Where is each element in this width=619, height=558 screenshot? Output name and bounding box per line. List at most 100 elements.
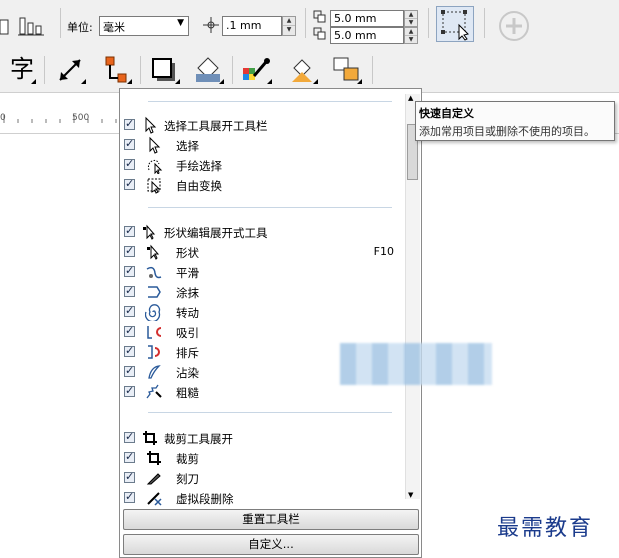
- add-icon[interactable]: [498, 10, 530, 42]
- divider: [428, 8, 429, 38]
- attract-icon: [147, 326, 162, 339]
- menu-item[interactable]: 吸引: [124, 322, 394, 342]
- divider: [372, 56, 373, 84]
- divider: [60, 8, 61, 38]
- menu-item-checkbox[interactable]: [124, 490, 135, 503]
- property-bar: 单位: 毫米 ▼ .1 mm ▲ ▼ 5.0 mm ▲ ▼ 5.0 mm ▲ ▼: [0, 0, 619, 51]
- menu-item-label: 转动: [176, 306, 199, 320]
- nudge-value: .1 mm: [226, 19, 262, 32]
- menu-item-checkbox[interactable]: [124, 284, 135, 297]
- dimension-tool[interactable]: [54, 54, 88, 86]
- menu-item[interactable]: 平滑: [124, 262, 394, 282]
- menu-item-label: 形状: [176, 246, 199, 260]
- transparency-icon: [196, 57, 220, 82]
- menu-item[interactable]: 涂抹: [124, 282, 394, 302]
- menu-item[interactable]: 形状编辑展开式工具: [124, 222, 394, 242]
- menu-item-checkbox[interactable]: [124, 364, 135, 377]
- drop-shadow-tool[interactable]: [148, 54, 182, 86]
- scroll-down-icon[interactable]: ▼: [408, 491, 413, 499]
- duplicate-x-input[interactable]: 5.0 mm: [330, 10, 404, 27]
- interactive-fill-tool[interactable]: [286, 54, 320, 86]
- knife-icon: [146, 473, 161, 485]
- menu-item[interactable]: 裁剪: [124, 448, 394, 468]
- menu-item[interactable]: 手绘选择: [124, 155, 394, 175]
- duplicate-y-input[interactable]: 5.0 mm: [330, 27, 404, 44]
- menu-item-checkbox[interactable]: [124, 224, 135, 237]
- menu-item-checkbox[interactable]: [124, 384, 135, 397]
- menu-item-checkbox[interactable]: [124, 324, 135, 337]
- menu-item-label: 排斥: [176, 346, 199, 360]
- units-select[interactable]: 毫米 ▼: [99, 16, 189, 36]
- menu-item-checkbox[interactable]: [124, 264, 135, 277]
- menu-item-checkbox[interactable]: [124, 177, 135, 190]
- menu-scrollbar[interactable]: ▲ ▼: [405, 94, 420, 499]
- divider: [44, 56, 45, 84]
- menu-item-checkbox[interactable]: [124, 137, 135, 150]
- smear-icon: [148, 286, 161, 298]
- text-tool-icon: 字: [10, 55, 34, 83]
- menu-item-label: 选择: [176, 139, 199, 153]
- repel-icon: [148, 345, 160, 359]
- menu-item-checkbox[interactable]: [124, 244, 135, 257]
- eyedropper-icon: [243, 58, 270, 80]
- units-select-value: 毫米: [103, 21, 125, 34]
- menu-item[interactable]: 粗糙: [124, 382, 394, 402]
- customize-button[interactable]: 自定义...: [123, 534, 419, 555]
- connector-icon: [105, 56, 127, 83]
- menu-item-label: 手绘选择: [176, 159, 222, 173]
- smudge-icon: [148, 365, 161, 379]
- tooltip-body: 添加常用项目或删除不使用的项目。: [419, 125, 595, 138]
- text-tool[interactable]: 字: [4, 54, 38, 86]
- menu-item[interactable]: 自由变换: [124, 175, 394, 195]
- pick-arrow-icon: [145, 116, 157, 134]
- drop-shadow-icon: [152, 58, 175, 81]
- duplicate-y-icon: [313, 27, 326, 40]
- menu-item-checkbox[interactable]: [124, 430, 135, 443]
- duplicate-x-stepper[interactable]: ▲ ▼: [404, 10, 418, 27]
- menu-item-label: 粗糙: [176, 386, 199, 400]
- menu-separator: [148, 101, 392, 102]
- menu-item[interactable]: 虚拟段删除: [124, 488, 394, 508]
- menu-item-label: 自由变换: [176, 179, 222, 193]
- virtual-delete-icon: [147, 492, 162, 506]
- shape-tool-icon: [143, 224, 156, 240]
- menu-item-checkbox[interactable]: [124, 304, 135, 317]
- nudge-stepper[interactable]: ▲ ▼: [282, 16, 296, 36]
- menu-item[interactable]: 选择: [124, 135, 394, 155]
- menu-item-checkbox[interactable]: [124, 157, 135, 170]
- divider: [140, 56, 141, 84]
- duplicate-y-stepper[interactable]: ▲ ▼: [404, 27, 418, 44]
- menu-item-label: 沾染: [176, 366, 199, 380]
- menu-separator: [148, 207, 392, 208]
- smart-fill-icon: [333, 57, 359, 81]
- menu-item[interactable]: 裁剪工具展开: [124, 428, 394, 448]
- ruler-ticks: [3, 115, 117, 123]
- connector-tool[interactable]: [100, 54, 134, 86]
- reset-toolbar-button[interactable]: 重置工具栏: [123, 509, 419, 530]
- menu-item[interactable]: 形状 F10: [124, 242, 394, 262]
- transparency-tool[interactable]: [192, 54, 226, 86]
- menu-item-checkbox[interactable]: [124, 450, 135, 463]
- eyedropper-tool[interactable]: [240, 54, 274, 86]
- duplicate-y-value: 5.0 mm: [334, 29, 377, 42]
- menu-item[interactable]: 选择工具展开工具栏: [124, 115, 394, 135]
- menu-item-label: 涂抹: [176, 286, 199, 300]
- free-transform-icon: [147, 178, 161, 194]
- smart-fill-tool[interactable]: [330, 54, 364, 86]
- menu-item-checkbox[interactable]: [124, 344, 135, 357]
- align-icon[interactable]: [0, 14, 50, 40]
- menu-item-label: 刻刀: [176, 472, 199, 486]
- treat-as-filled-button[interactable]: [436, 6, 474, 42]
- menu-item-checkbox[interactable]: [124, 117, 135, 130]
- nudge-input[interactable]: .1 mm: [222, 16, 282, 36]
- menu-item-label: 形状编辑展开式工具: [164, 226, 268, 240]
- menu-item-label: 裁剪: [176, 452, 199, 466]
- menu-item-label: 选择工具展开工具栏: [164, 119, 268, 133]
- menu-item-checkbox[interactable]: [124, 470, 135, 483]
- crop-icon: [147, 451, 161, 465]
- scroll-up-icon[interactable]: ▲: [408, 94, 413, 102]
- menu-item[interactable]: 刻刀: [124, 468, 394, 488]
- dimension-icon: [59, 59, 81, 81]
- fill-bucket-icon: [292, 59, 312, 82]
- menu-item[interactable]: 转动: [124, 302, 394, 322]
